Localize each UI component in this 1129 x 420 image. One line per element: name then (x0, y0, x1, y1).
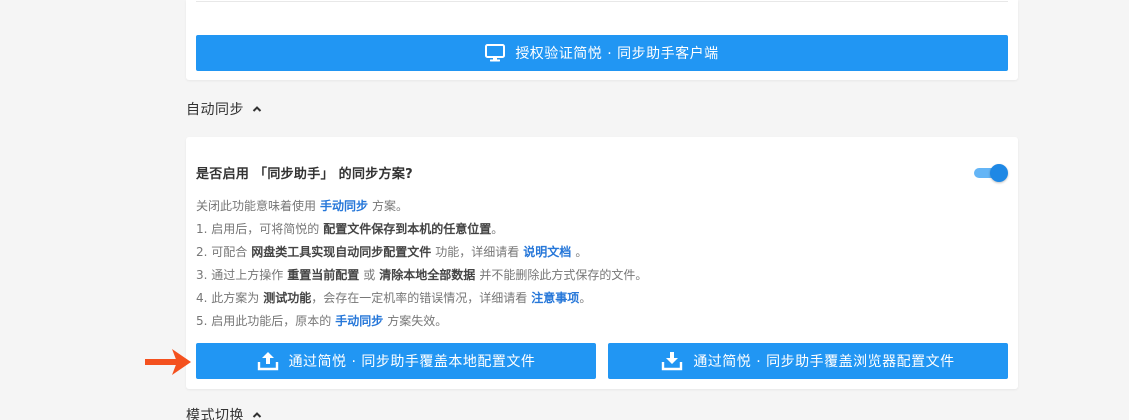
section-title: 自动同步 (186, 102, 244, 118)
chevron-up-icon (252, 105, 262, 113)
overwrite-browser-label: 通过简悦 · 同步助手覆盖浏览器配置文件 (693, 354, 955, 370)
desc-text: 方案。 (372, 199, 409, 213)
description-line: 5. 启用此功能后，原本的 手动同步 方案失效。 (196, 312, 447, 329)
option-question: 是否启用 「同步助手」 的同步方案? (196, 167, 413, 182)
download-icon (661, 351, 683, 371)
section-header-mode-switch[interactable]: 模式切换 (186, 405, 262, 420)
desc-text: 3. 通过上方操作 (196, 268, 284, 282)
section-header-auto-sync[interactable]: 自动同步 (186, 99, 262, 119)
enable-sync-toggle[interactable] (974, 164, 1008, 182)
desc-emphasis: 网盘类工具实现自动同步配置文件 (251, 245, 432, 259)
auth-card: 授权验证简悦 · 同步助手客户端 (186, 0, 1018, 80)
desc-text: 功能，详细请看 (435, 245, 520, 259)
doc-link[interactable]: 说明文档 (523, 245, 571, 259)
desc-text: 1. 启用后，可将简悦的 (196, 222, 320, 236)
desc-text: ，会存在一定机率的错误情况，详细请看 (311, 291, 528, 305)
desc-text: 。 (491, 222, 504, 236)
section-title: 模式切换 (186, 408, 244, 420)
desc-text: 。 (579, 291, 592, 305)
monitor-icon (485, 44, 506, 62)
settings-page: 授权验证简悦 · 同步助手客户端 自动同步 是否启用 「同步助手」 的同步方案?… (0, 0, 1129, 420)
desc-text: 或 (363, 268, 376, 282)
desc-text: 2. 可配合 (196, 245, 248, 259)
sync-option-card: 是否启用 「同步助手」 的同步方案? 关闭此功能意味着使用 手动同步 方案。 1. … (186, 137, 1018, 389)
toggle-knob (990, 164, 1008, 182)
description-line: 3. 通过上方操作 重置当前配置或清除本地全部数据 并不能删除此方式保存的文件。 (196, 266, 647, 283)
authorize-client-button[interactable]: 授权验证简悦 · 同步助手客户端 (196, 35, 1008, 71)
divider (196, 1, 1008, 2)
overwrite-local-config-button[interactable]: 通过简悦 · 同步助手覆盖本地配置文件 (196, 343, 596, 379)
chevron-up-icon (252, 411, 262, 419)
desc-emphasis: 清除本地全部数据 (379, 268, 476, 282)
overwrite-local-label: 通过简悦 · 同步助手覆盖本地配置文件 (288, 354, 536, 370)
description-line: 关闭此功能意味着使用 手动同步 方案。 (196, 197, 408, 214)
desc-text: 方案失效。 (387, 314, 448, 328)
arrow-right-icon (144, 347, 192, 381)
upload-icon (257, 351, 279, 371)
manual-sync-link[interactable]: 手动同步 (335, 314, 383, 328)
description-line: 4. 此方案为 测试功能，会存在一定机率的错误情况，详细请看 注意事项。 (196, 289, 591, 306)
desc-text: 5. 启用此功能后，原本的 (196, 314, 332, 328)
authorize-client-label: 授权验证简悦 · 同步助手客户端 (515, 46, 719, 62)
manual-sync-link[interactable]: 手动同步 (320, 199, 368, 213)
overwrite-browser-config-button[interactable]: 通过简悦 · 同步助手覆盖浏览器配置文件 (608, 343, 1008, 379)
desc-text: 并不能删除此方式保存的文件。 (479, 268, 648, 282)
desc-emphasis: 测试功能 (263, 291, 312, 305)
desc-text: 4. 此方案为 (196, 291, 260, 305)
desc-emphasis: 重置当前配置 (287, 268, 360, 282)
desc-text: 关闭此功能意味着使用 (196, 199, 317, 213)
desc-text: 。 (575, 245, 588, 259)
desc-emphasis: 配置文件保存到本机的任意位置 (323, 222, 492, 236)
description-line: 1. 启用后，可将简悦的 配置文件保存到本机的任意位置。 (196, 220, 503, 237)
description-line: 2. 可配合 网盘类工具实现自动同步配置文件 功能，详细请看 说明文档。 (196, 243, 587, 260)
notes-link[interactable]: 注意事项 (531, 291, 579, 305)
